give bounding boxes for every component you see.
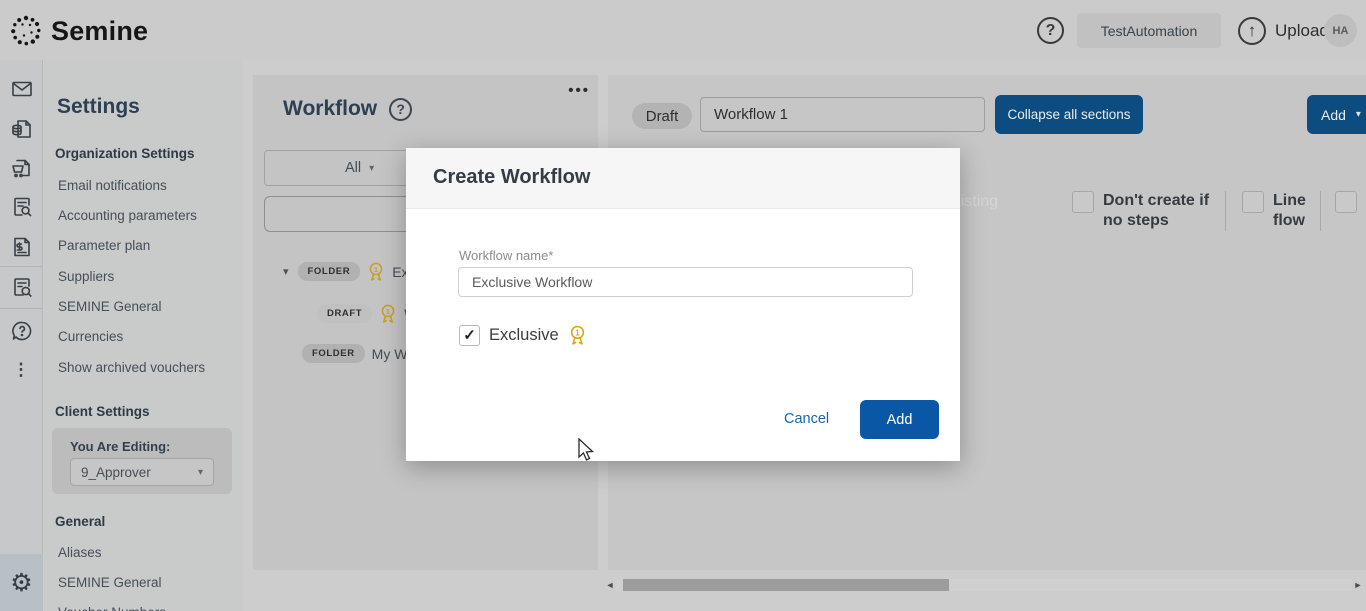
purchase-icon[interactable] — [9, 156, 35, 182]
add-split-button[interactable]: Add ▾ — [1307, 95, 1366, 134]
create-workflow-modal: Create Workflow Workflow name* ✓ Exclusi… — [406, 148, 960, 461]
horizontal-scrollbar[interactable]: ◄ ► — [604, 578, 1364, 592]
scroll-left-icon[interactable]: ◄ — [604, 580, 616, 590]
exclusive-label: Exclusive — [489, 326, 559, 345]
workflow-name-label: Workflow name* — [459, 248, 553, 263]
nav-item-semine-general[interactable]: SEMINE General — [58, 299, 162, 314]
nav-item-accounting-parameters[interactable]: Accounting parameters — [58, 208, 197, 223]
upload-arrow-icon: ↑ — [1238, 17, 1266, 45]
nav-item-semine-general-client[interactable]: SEMINE General — [58, 575, 162, 590]
panel-menu-icon[interactable]: ••• — [568, 82, 590, 99]
svg-text:1: 1 — [575, 329, 580, 338]
panel-title: Workflow — [283, 97, 377, 121]
scroll-right-icon[interactable]: ► — [1352, 580, 1364, 590]
help-icon[interactable]: ? — [1037, 17, 1064, 44]
voucher-icon[interactable] — [9, 234, 35, 260]
workflow-help-icon[interactable]: ? — [389, 98, 412, 121]
editing-client-value: 9_Approver — [81, 465, 151, 480]
workflow-name-input[interactable] — [700, 97, 985, 132]
option-divider — [1320, 191, 1321, 231]
status-badge: Draft — [632, 103, 692, 129]
rail-divider — [0, 266, 43, 267]
settings-rail-item-active[interactable]: ⚙ — [0, 554, 43, 611]
app-header: Semine ? TestAutomation ↑ Upload HA — [0, 0, 1366, 60]
checkbox-unchecked[interactable] — [1072, 191, 1094, 213]
brand-logo[interactable]: Semine — [8, 13, 148, 49]
brand-name: Semine — [51, 16, 148, 47]
semine-logo-icon — [8, 13, 44, 49]
invoices-icon[interactable] — [9, 116, 35, 142]
settings-navigation: Settings Organization Settings Email not… — [44, 60, 243, 611]
tree-expand-icon[interactable]: ▾ — [283, 265, 289, 278]
modal-workflow-name-input[interactable] — [458, 267, 913, 297]
nav-section-organization: Organization Settings — [55, 146, 195, 161]
option-line-flow: Line flow — [1242, 191, 1306, 231]
nav-item-suppliers[interactable]: Suppliers — [58, 269, 114, 284]
svg-text:1: 1 — [386, 307, 390, 316]
folder-badge: FOLDER — [302, 344, 365, 363]
exclusive-medal-icon: 1 — [379, 303, 397, 324]
archive-search-icon[interactable] — [9, 274, 35, 300]
more-options-icon[interactable]: ⋮ — [0, 360, 43, 380]
option-divider — [1225, 191, 1226, 231]
folder-badge: FOLDER — [298, 262, 361, 281]
support-chat-icon[interactable] — [9, 318, 35, 344]
icon-sidebar: ⋮ ⚙ — [0, 60, 43, 611]
add-button-label: Add — [1321, 107, 1346, 123]
draft-badge: DRAFT — [317, 304, 372, 323]
option-partial — [1335, 191, 1357, 213]
rail-divider — [0, 308, 43, 309]
exclusive-checkbox-checked[interactable]: ✓ — [459, 325, 480, 346]
client-selector-button[interactable]: TestAutomation — [1077, 13, 1221, 48]
editing-label: You Are Editing: — [70, 439, 170, 454]
user-avatar[interactable]: HA — [1324, 14, 1357, 47]
exclusive-option-row: ✓ Exclusive 1 — [459, 324, 587, 346]
filter-value: All — [345, 160, 361, 176]
gear-icon: ⚙ — [10, 568, 32, 598]
chevron-down-icon: ▾ — [1356, 109, 1361, 120]
checkbox-unchecked[interactable] — [1242, 191, 1264, 213]
document-search-icon[interactable] — [9, 194, 35, 220]
exclusive-medal-icon: 1 — [367, 261, 385, 282]
chevron-down-icon: ▾ — [369, 163, 374, 174]
option-dont-create-if-no-steps: Don't create if no steps — [1072, 191, 1209, 231]
nav-item-email-notifications[interactable]: Email notifications — [58, 178, 167, 193]
editing-client-select[interactable]: 9_Approver ▾ — [70, 458, 214, 486]
exclusive-medal-icon: 1 — [568, 324, 587, 346]
scrollbar-track[interactable] — [616, 579, 1352, 591]
modal-add-button[interactable]: Add — [860, 400, 939, 439]
nav-section-general: General — [55, 514, 105, 529]
scrollbar-thumb[interactable] — [623, 579, 949, 591]
nav-item-parameter-plan[interactable]: Parameter plan — [58, 238, 150, 253]
nav-item-currencies[interactable]: Currencies — [58, 329, 123, 344]
nav-section-client: Client Settings — [55, 404, 150, 419]
you-are-editing-box: You Are Editing: 9_Approver ▾ — [52, 428, 232, 494]
nav-item-show-archived-vouchers[interactable]: Show archived vouchers — [58, 360, 205, 375]
svg-text:1: 1 — [374, 265, 378, 274]
upload-button[interactable]: ↑ Upload — [1238, 15, 1329, 47]
mail-icon[interactable] — [9, 76, 35, 102]
nav-item-aliases[interactable]: Aliases — [58, 545, 102, 560]
page-title: Settings — [57, 95, 140, 119]
chevron-down-icon: ▾ — [198, 467, 203, 478]
upload-label: Upload — [1275, 21, 1329, 41]
nav-item-voucher-numbers[interactable]: Voucher Numbers — [58, 605, 166, 611]
modal-header: Create Workflow — [406, 148, 960, 209]
cancel-button[interactable]: Cancel — [784, 411, 829, 427]
collapse-all-sections-button[interactable]: Collapse all sections — [995, 95, 1143, 134]
modal-title: Create Workflow — [433, 166, 590, 189]
checkbox-unchecked[interactable] — [1335, 191, 1357, 213]
